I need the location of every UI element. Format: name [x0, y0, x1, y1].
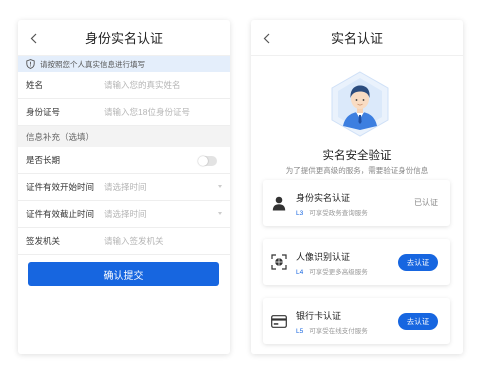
headline: 实名安全验证 — [322, 150, 392, 162]
chevron-left-icon[interactable] — [26, 30, 40, 46]
name-field[interactable]: 姓名 请输入您的真实姓名 — [18, 72, 230, 99]
chevron-down-icon — [218, 185, 222, 188]
chevron-left-icon[interactable] — [259, 30, 273, 46]
notice-bar: 请按照您个人真实信息进行填写 — [18, 56, 230, 72]
user-avatar-hexagon-icon — [329, 70, 391, 138]
level-badge: L5 — [296, 328, 304, 335]
issuing-authority-field[interactable]: 签发机关 请输入签发机关 — [18, 228, 230, 255]
card-title: 身份实名认证 — [296, 193, 351, 203]
long-term-toggle[interactable] — [198, 156, 217, 166]
card-desc-text: 可享受政务查询服务 — [309, 210, 368, 217]
card-description: L3 可享受政务查询服务 — [296, 207, 368, 217]
end-date-select[interactable]: 请选择时间 — [104, 208, 147, 220]
subtitle: 为了提供更高级的服务，需要验证身份信息 — [285, 166, 429, 175]
issuing-authority-input[interactable]: 请输入签发机关 — [104, 235, 164, 247]
chevron-down-icon — [218, 212, 222, 215]
face-verification-card[interactable]: 人像识别认证 L4 可享受更多高级服务 去认证 — [263, 239, 450, 285]
field-label: 证件有效开始时间 — [26, 182, 95, 192]
start-date-field[interactable]: 证件有效开始时间 请选择时间 — [18, 174, 230, 201]
field-label: 是否长期 — [26, 155, 61, 165]
id-number-field[interactable]: 身份证号 请输入您18位身份证号 — [18, 99, 230, 126]
verification-screen: 实名认证 实名安全验证 为了提供更高级的服务，需要验证身份信息 身份实名认证 L… — [251, 20, 463, 354]
person-icon — [271, 195, 287, 211]
identity-form-screen: 身份实名认证 请按照您个人真实信息进行填写 姓名 请输入您的真实姓名 身份证号 … — [18, 20, 230, 354]
start-date-select[interactable]: 请选择时间 — [104, 181, 147, 193]
page-title: 身份实名认证 — [84, 31, 163, 46]
id-verification-card[interactable]: 身份实名认证 L3 可享受政务查询服务 已认证 — [263, 180, 450, 226]
card-title: 人像识别认证 — [296, 252, 351, 262]
verified-status: 已认证 — [414, 198, 438, 207]
submit-button[interactable]: 确认提交 — [28, 262, 219, 286]
section-header: 信息补充（选填） — [18, 126, 230, 147]
face-scan-icon — [271, 254, 287, 270]
nav-bar: 实名认证 — [251, 20, 463, 56]
shield-icon — [26, 59, 35, 69]
field-label: 签发机关 — [26, 236, 61, 246]
field-label: 姓名 — [26, 80, 44, 90]
level-badge: L4 — [296, 269, 304, 276]
name-input[interactable]: 请输入您的真实姓名 — [104, 79, 181, 91]
field-label: 证件有效截止时间 — [26, 209, 95, 219]
toggle-knob — [198, 156, 208, 166]
card-desc-text: 可享受在线支付服务 — [309, 328, 368, 335]
card-description: L5 可享受在线支付服务 — [296, 325, 368, 335]
card-title: 银行卡认证 — [296, 311, 342, 321]
verify-button[interactable]: 去认证 — [398, 254, 438, 271]
notice-text: 请按照您个人真实信息进行填写 — [40, 59, 145, 69]
end-date-field[interactable]: 证件有效截止时间 请选择时间 — [18, 201, 230, 228]
nav-bar: 身份实名认证 — [18, 20, 230, 56]
id-number-input[interactable]: 请输入您18位身份证号 — [104, 106, 190, 118]
field-label: 身份证号 — [26, 107, 61, 117]
page-title: 实名认证 — [330, 31, 383, 46]
bank-card-verification-card[interactable]: 银行卡认证 L5 可享受在线支付服务 去认证 — [263, 298, 450, 344]
level-badge: L3 — [296, 210, 304, 217]
card-desc-text: 可享受更多高级服务 — [309, 269, 368, 276]
verify-button[interactable]: 去认证 — [398, 313, 438, 330]
card-description: L4 可享受更多高级服务 — [296, 266, 368, 276]
bank-card-icon — [271, 313, 287, 329]
long-term-row: 是否长期 — [18, 147, 230, 174]
